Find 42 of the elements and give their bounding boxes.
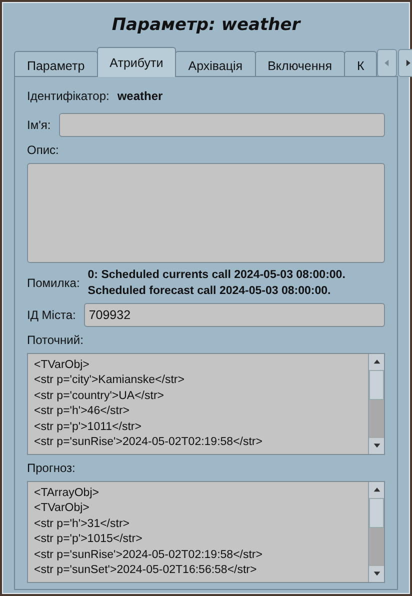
text-line: <TArrayObj> [34,486,100,500]
text-line: <TVarObj> [34,501,90,516]
text-line: <TVarObj> [34,358,90,372]
tab[interactable]: Архівація [175,50,256,76]
error-message: Scheduled forecast call 2024-05-03 08:00:00. [88,284,332,298]
text-area[interactable]: <TVarObj> <str p='city'>Kamianske</str> <str p='country'>UA</str> <str p='h'>46</str> <str p='p'>1011</str> <str p='sunRise'>2024-05-02T02:19:58</str> [27,352,385,454]
text-line: <str p='h'>31</str> [34,516,130,532]
window-title: Параметр: weather [110,14,302,37]
tab[interactable]: Атрибути [96,46,176,76]
field-label: Помилка: [27,274,80,292]
text-line: <str p='country'>UA</str> [34,388,165,404]
text-line: <str p='p'>1015</str> [34,532,144,547]
text-area[interactable]: <TArrayObj> <TVarObj> <str p='h'>31</str> <str p='p'>1015</str> <str p='sunRise'>2024-05-02T02:19:58</str> <str p='sunSet'>2024-05-02T16:56:58</str> [27,480,385,582]
field-label: ІД Міста: [27,306,76,324]
text-line: <str p='h'>46</str> [34,404,130,419]
field-label: Поточний: [27,332,84,348]
scrollbar[interactable] [368,482,384,582]
tab[interactable]: К [344,50,378,76]
text-area[interactable] [27,162,385,262]
tab-scroll-right-button[interactable] [398,48,412,76]
text-line: <str p='sunSet'>2024-05-02T16:56:58</str> [34,563,258,578]
tab[interactable]: Параметр [14,50,98,76]
field-label: Ідентифікатор: [27,88,110,104]
arrow-down-icon [372,442,380,450]
field-label: Прогноз: [27,460,76,476]
arrow-right-icon [404,58,412,66]
error-message: 0: Scheduled currents call 2024-05-03 08:00:00. [88,268,346,282]
input-field[interactable] [58,112,385,136]
arrow-up-icon [372,486,380,494]
field-label: Ім'я: [27,116,51,134]
text-line: <str p='sunRise'>2024-05-02T02:19:58</str> [34,435,264,450]
identifier-value: weather [117,88,163,104]
scrollbar[interactable] [368,354,384,454]
text-line: <str p='sunRise'>2024-05-02T02:19:58</str> [34,548,264,562]
arrow-left-icon [383,58,392,66]
text-line: <str p='city'>Kamianske</str> [34,373,186,388]
text-line: <str p='p'>1011</str> [34,420,142,434]
input-field[interactable]: 709932 [84,302,385,326]
arrow-down-icon [372,570,380,578]
field-label: Опис: [27,142,60,158]
tab[interactable]: Включення [254,50,345,76]
arrow-up-icon [372,358,380,366]
